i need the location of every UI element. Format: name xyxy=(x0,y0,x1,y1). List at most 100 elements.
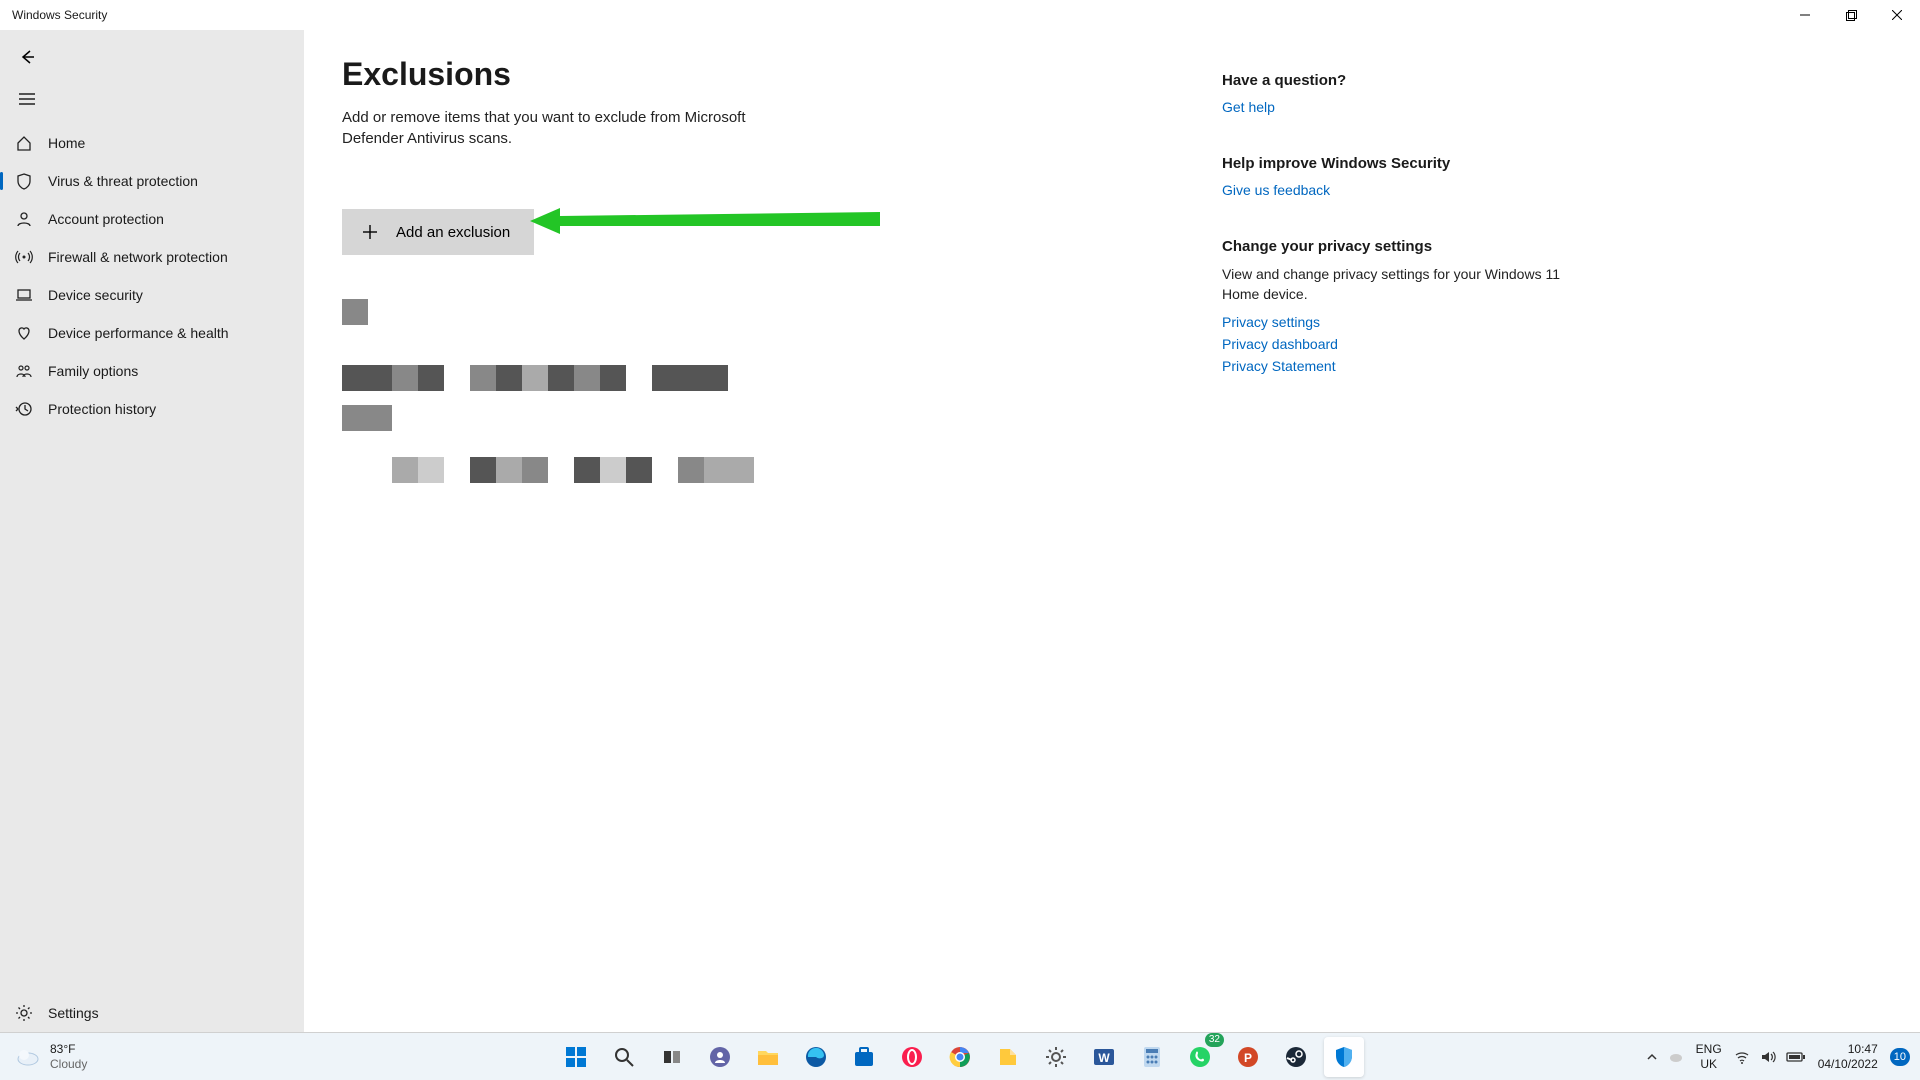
back-button[interactable] xyxy=(4,38,50,76)
redacted-row xyxy=(342,405,1182,431)
sidebar-item-label: Virus & threat protection xyxy=(48,173,198,189)
svg-text:W: W xyxy=(1098,1051,1110,1065)
close-icon xyxy=(1892,10,1902,20)
taskbar-app-powerpoint[interactable]: P xyxy=(1228,1037,1268,1077)
sidebar-item-firewall[interactable]: Firewall & network protection xyxy=(0,238,304,276)
content-area: Exclusions Add or remove items that you … xyxy=(304,30,1920,1032)
taskbar-app-opera[interactable] xyxy=(892,1037,932,1077)
plus-icon xyxy=(360,222,380,242)
sidebar-item-label: Protection history xyxy=(48,401,156,417)
sidebar-item-label: Account protection xyxy=(48,211,164,227)
taskbar-right: ENG UK 10:47 04/10/2022 10 xyxy=(1646,1042,1920,1071)
sidebar-bottom: Settings xyxy=(0,994,304,1032)
sidebar-item-account[interactable]: Account protection xyxy=(0,200,304,238)
privacy-dashboard-link[interactable]: Privacy dashboard xyxy=(1222,336,1338,352)
clock[interactable]: 10:47 04/10/2022 xyxy=(1818,1042,1878,1071)
taskbar-left: 83°F Cloudy xyxy=(0,1042,87,1071)
lang-line-2: UK xyxy=(1696,1057,1722,1071)
titlebar: Windows Security xyxy=(0,0,1920,30)
taskbar-app-windows-security[interactable] xyxy=(1324,1037,1364,1077)
start-button[interactable] xyxy=(556,1037,596,1077)
lang-line-1: ENG xyxy=(1696,1042,1722,1056)
aside-privacy-desc: View and change privacy settings for you… xyxy=(1222,265,1582,304)
minimize-button[interactable] xyxy=(1782,0,1828,30)
weather-widget[interactable]: 83°F Cloudy xyxy=(14,1042,87,1071)
sidebar-item-family[interactable]: Family options xyxy=(0,352,304,390)
redacted-exclusion-list xyxy=(342,299,1182,483)
taskbar-app-whatsapp[interactable]: 32 xyxy=(1180,1037,1220,1077)
sidebar-item-home[interactable]: Home xyxy=(0,124,304,162)
taskbar-app-calculator[interactable] xyxy=(1132,1037,1172,1077)
svg-text:P: P xyxy=(1244,1051,1252,1065)
sidebar-item-device-security[interactable]: Device security xyxy=(0,276,304,314)
taskbar-app-files[interactable] xyxy=(988,1037,1028,1077)
taskbar-app-settings[interactable] xyxy=(1036,1037,1076,1077)
add-exclusion-button[interactable]: Add an exclusion xyxy=(342,209,534,255)
sidebar-item-label: Settings xyxy=(48,1005,99,1021)
window-controls xyxy=(1782,0,1920,30)
network-volume-battery[interactable] xyxy=(1734,1049,1806,1065)
antenna-icon xyxy=(14,247,34,267)
steam-icon xyxy=(1284,1045,1308,1069)
whatsapp-badge: 32 xyxy=(1205,1033,1224,1047)
security-icon xyxy=(1332,1045,1356,1069)
shield-icon xyxy=(14,171,34,191)
folder-icon xyxy=(756,1045,780,1069)
clock-time: 10:47 xyxy=(1818,1042,1878,1056)
system-tray[interactable] xyxy=(1646,1049,1684,1065)
notification-badge[interactable]: 10 xyxy=(1890,1048,1910,1066)
sidebar-item-label: Firewall & network protection xyxy=(48,249,228,265)
sidebar-item-label: Device performance & health xyxy=(48,325,229,341)
task-view-icon xyxy=(661,1046,683,1068)
page-subtitle: Add or remove items that you want to exc… xyxy=(342,107,802,149)
sidebar-item-settings[interactable]: Settings xyxy=(0,994,304,1032)
aside-section-privacy: Change your privacy settings View and ch… xyxy=(1222,238,1582,380)
onedrive-icon xyxy=(1668,1049,1684,1065)
chevron-up-icon xyxy=(1646,1051,1658,1063)
task-view-button[interactable] xyxy=(652,1037,692,1077)
weather-temp: 83°F xyxy=(50,1042,87,1056)
language-indicator[interactable]: ENG UK xyxy=(1696,1042,1722,1071)
sidebar-nav: Home Virus & threat protection Account p… xyxy=(0,124,304,994)
family-icon xyxy=(14,361,34,381)
taskbar-app-explorer[interactable] xyxy=(748,1037,788,1077)
sidebar-item-virus-threat[interactable]: Virus & threat protection xyxy=(0,162,304,200)
aside-column: Have a question? Get help Help improve W… xyxy=(1182,56,1582,1032)
feedback-link[interactable]: Give us feedback xyxy=(1222,182,1330,198)
minimize-icon xyxy=(1800,10,1810,20)
privacy-statement-link[interactable]: Privacy Statement xyxy=(1222,358,1336,374)
redacted-block xyxy=(342,299,368,325)
maximize-button[interactable] xyxy=(1828,0,1874,30)
taskbar-app-chrome[interactable] xyxy=(940,1037,980,1077)
hamburger-icon xyxy=(19,93,35,105)
get-help-link[interactable]: Get help xyxy=(1222,99,1275,115)
clock-date: 04/10/2022 xyxy=(1818,1057,1878,1071)
privacy-settings-link[interactable]: Privacy settings xyxy=(1222,314,1320,330)
battery-icon xyxy=(1786,1050,1806,1064)
annotation-arrow xyxy=(530,204,890,244)
main-column: Exclusions Add or remove items that you … xyxy=(342,56,1182,1032)
aside-heading-question: Have a question? xyxy=(1222,72,1582,89)
sidebar-item-history[interactable]: Protection history xyxy=(0,390,304,428)
redacted-row xyxy=(342,365,1182,391)
sidebar-item-label: Home xyxy=(48,135,85,151)
aside-section-improve: Help improve Windows Security Give us fe… xyxy=(1222,155,1582,204)
weather-text: 83°F Cloudy xyxy=(50,1042,87,1071)
home-icon xyxy=(14,133,34,153)
sidebar-item-device-performance[interactable]: Device performance & health xyxy=(0,314,304,352)
taskbar-app-edge[interactable] xyxy=(796,1037,836,1077)
store-icon xyxy=(852,1045,876,1069)
taskbar-app-store[interactable] xyxy=(844,1037,884,1077)
taskbar-app-steam[interactable] xyxy=(1276,1037,1316,1077)
taskbar-app-teams[interactable] xyxy=(700,1037,740,1077)
taskbar-app-word[interactable]: W xyxy=(1084,1037,1124,1077)
settings-icon xyxy=(1044,1045,1068,1069)
aside-heading-privacy: Change your privacy settings xyxy=(1222,238,1582,255)
files-icon xyxy=(996,1045,1020,1069)
search-button[interactable] xyxy=(604,1037,644,1077)
search-icon xyxy=(613,1046,635,1068)
close-button[interactable] xyxy=(1874,0,1920,30)
hamburger-button[interactable] xyxy=(4,80,50,118)
opera-icon xyxy=(900,1045,924,1069)
heart-icon xyxy=(14,323,34,343)
